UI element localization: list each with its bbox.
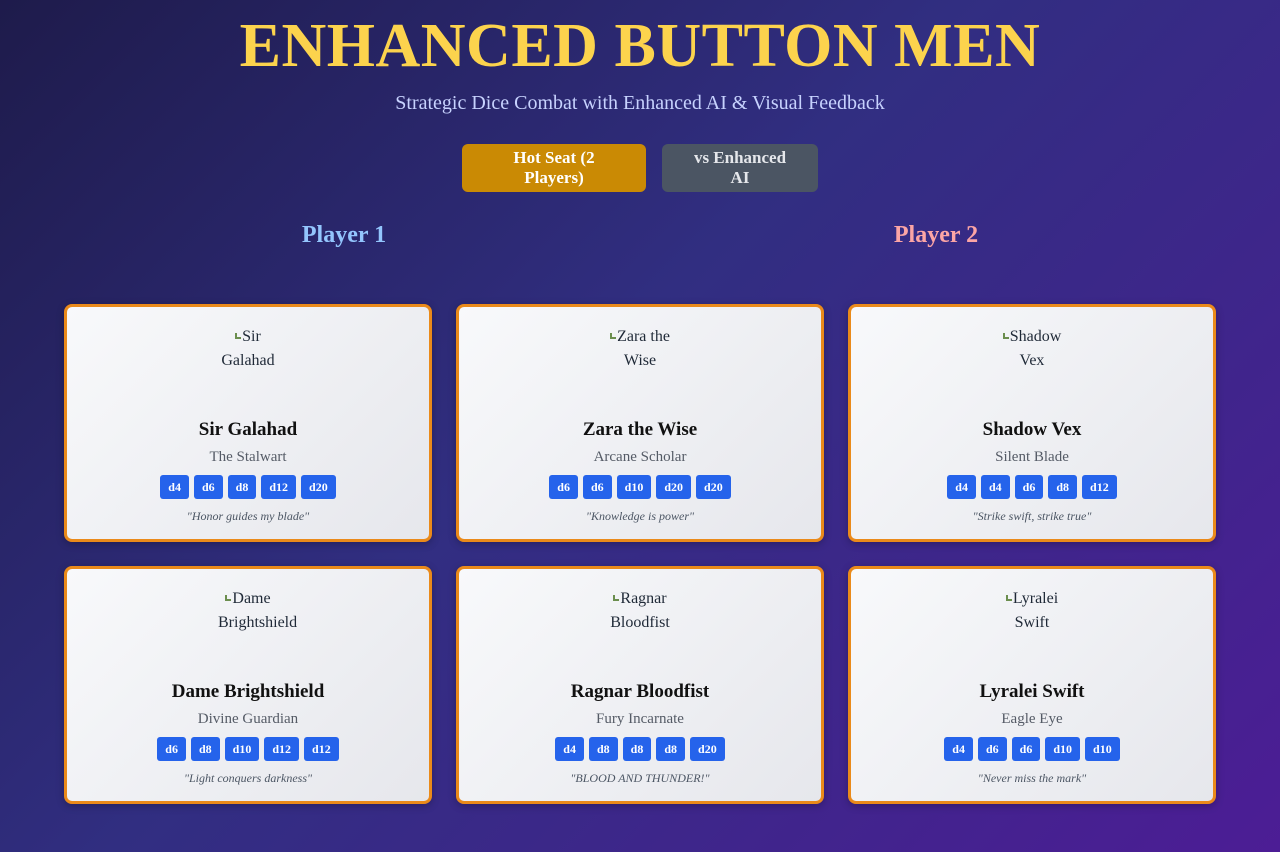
character-role: Eagle Eye	[1001, 711, 1063, 727]
portrait-alt-line2: Bloodfist	[610, 614, 670, 631]
character-quote: "BLOOD AND THUNDER!"	[570, 771, 710, 785]
character-name: Dame Brightshield	[171, 681, 325, 702]
character-card[interactable]: Lyralei Swift Lyralei Swift Eagle Eye d4…	[848, 566, 1216, 804]
dice-list: d6 d8 d10 d12 d12	[67, 737, 429, 761]
die-badge: d6	[977, 737, 1007, 761]
die-badge: d8	[622, 737, 652, 761]
portrait-alt-line1: Shadow	[1009, 328, 1062, 345]
page-subtitle: Strategic Dice Combat with Enhanced AI &…	[395, 92, 885, 114]
portrait-alt-line1: Dame	[232, 590, 271, 607]
die-badge: d10	[616, 475, 652, 499]
die-badge: d20	[301, 475, 336, 499]
die-badge: d8	[227, 475, 257, 499]
die-badge: d6	[157, 737, 186, 761]
broken-image-icon	[235, 333, 242, 339]
character-role: The Stalwart	[209, 449, 287, 465]
die-badge: d12	[264, 737, 300, 761]
die-badge: d8	[1048, 475, 1078, 499]
character-name: Ragnar Bloodfist	[570, 681, 710, 702]
character-card[interactable]: Ragnar Bloodfist Ragnar Bloodfist Fury I…	[456, 566, 824, 804]
character-role: Fury Incarnate	[596, 711, 684, 727]
character-portrait-broken-image: Shadow Vex	[1002, 325, 1062, 395]
character-role: Silent Blade	[995, 449, 1069, 465]
character-role: Divine Guardian	[197, 711, 299, 727]
die-badge: d12	[304, 737, 339, 761]
portrait-alt-line2: Galahad	[221, 352, 275, 369]
broken-image-icon	[1005, 595, 1012, 601]
character-name: Sir Galahad	[198, 419, 298, 440]
die-badge: d8	[656, 737, 686, 761]
character-grid: Sir Galahad Sir Galahad The Stalwart d4 …	[64, 304, 1216, 804]
die-badge: d20	[690, 737, 725, 761]
broken-image-icon	[1002, 333, 1009, 339]
die-badge: d6	[582, 475, 612, 499]
character-card[interactable]: Dame Brightshield Dame Brightshield Divi…	[64, 566, 432, 804]
portrait-alt-line1: Sir	[242, 328, 261, 345]
die-badge: d6	[193, 475, 223, 499]
die-badge: d10	[1085, 737, 1120, 761]
character-portrait-broken-image: Dame Brightshield	[218, 587, 298, 657]
die-badge: d6	[1011, 737, 1041, 761]
portrait-alt-line2: Wise	[623, 352, 657, 369]
dice-list: d6 d6 d10 d20 d20	[459, 475, 821, 499]
portrait-alt-line2: Brightshield	[218, 614, 298, 631]
die-badge: d4	[160, 475, 189, 499]
die-badge: d8	[190, 737, 220, 761]
character-portrait-broken-image: Lyralei Swift	[1002, 587, 1062, 657]
character-portrait-broken-image: Ragnar Bloodfist	[610, 587, 670, 657]
page-title: ENHANCED BUTTON MEN	[239, 12, 1041, 80]
die-badge: d20	[696, 475, 731, 499]
character-name: Zara the Wise	[582, 419, 698, 440]
portrait-alt-line2: Swift	[1014, 614, 1050, 631]
character-quote: "Never miss the mark"	[977, 771, 1087, 785]
character-card[interactable]: Sir Galahad Sir Galahad The Stalwart d4 …	[64, 304, 432, 542]
portrait-alt-line2: Vex	[1019, 352, 1045, 369]
character-card[interactable]: Zara the Wise Zara the Wise Arcane Schol…	[456, 304, 824, 542]
broken-image-icon	[610, 333, 617, 339]
dice-list: d4 d8 d8 d8 d20	[459, 737, 821, 761]
die-badge: d4	[980, 475, 1010, 499]
die-badge: d10	[224, 737, 260, 761]
character-card[interactable]: Shadow Vex Shadow Vex Silent Blade d4 d4…	[848, 304, 1216, 542]
player-headers: Player 1 Player 2	[0, 222, 1280, 262]
die-badge: d6	[549, 475, 578, 499]
portrait-alt-line1: Zara the	[617, 328, 670, 345]
die-badge: d4	[947, 475, 976, 499]
vs-ai-mode-button[interactable]: vs Enhanced AI	[662, 144, 818, 192]
game-mode-selector: Hot Seat (2 Players) vs Enhanced AI	[0, 144, 1280, 192]
die-badge: d8	[588, 737, 618, 761]
die-badge: d4	[555, 737, 584, 761]
character-quote: "Knowledge is power"	[585, 509, 695, 523]
character-portrait-broken-image: Sir Galahad	[218, 325, 278, 395]
portrait-alt-line1: Ragnar	[620, 590, 667, 607]
character-quote: "Strike swift, strike true"	[972, 509, 1092, 523]
portrait-alt-line1: Lyralei	[1012, 590, 1059, 607]
die-badge: d6	[1014, 475, 1044, 499]
character-quote: "Light conquers darkness"	[183, 771, 313, 785]
player-1-label: Player 1	[301, 222, 387, 248]
die-badge: d10	[1045, 737, 1081, 761]
broken-image-icon	[613, 595, 620, 601]
character-role: Arcane Scholar	[593, 449, 687, 465]
dice-list: d4 d6 d8 d12 d20	[67, 475, 429, 499]
character-name: Shadow Vex	[982, 419, 1082, 440]
die-badge: d12	[1082, 475, 1117, 499]
dice-list: d4 d4 d6 d8 d12	[851, 475, 1213, 499]
character-portrait-broken-image: Zara the Wise	[610, 325, 670, 395]
hot-seat-mode-button[interactable]: Hot Seat (2 Players)	[462, 144, 646, 192]
character-quote: "Honor guides my blade"	[186, 509, 310, 523]
die-badge: d4	[944, 737, 973, 761]
die-badge: d12	[261, 475, 297, 499]
character-name: Lyralei Swift	[979, 681, 1085, 702]
dice-list: d4 d6 d6 d10 d10	[851, 737, 1213, 761]
broken-image-icon	[225, 595, 232, 601]
die-badge: d20	[656, 475, 692, 499]
player-2-label: Player 2	[893, 222, 979, 248]
